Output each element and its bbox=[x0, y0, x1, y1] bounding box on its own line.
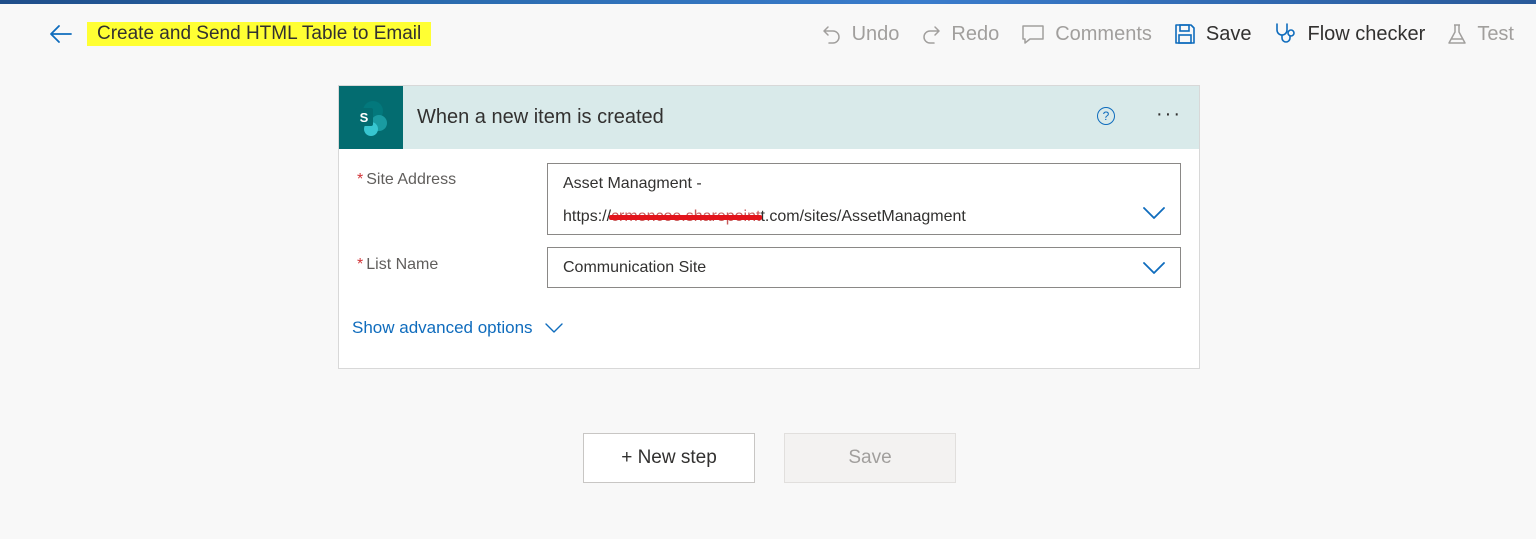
help-icon[interactable]: ? bbox=[1097, 107, 1115, 125]
flow-title[interactable]: Create and Send HTML Table to Email bbox=[87, 22, 432, 46]
save-label: Save bbox=[1205, 22, 1252, 45]
list-name-value: Communication Site bbox=[563, 259, 707, 276]
save-flow-button[interactable]: Save bbox=[784, 433, 956, 483]
arrow-left-icon bbox=[50, 25, 72, 43]
comments-button[interactable]: Comments bbox=[1021, 23, 1152, 46]
redacted-text: crmoncoe.sharepoint bbox=[609, 208, 763, 225]
command-bar: Create and Send HTML Table to Email Undo… bbox=[0, 4, 1536, 62]
comments-label: Comments bbox=[1055, 22, 1152, 45]
list-name-label-text: List Name bbox=[366, 256, 439, 273]
back-button[interactable] bbox=[48, 22, 74, 46]
list-name-label: * List Name bbox=[357, 256, 438, 274]
flow-checker-label: Flow checker bbox=[1307, 22, 1426, 45]
chevron-down-icon bbox=[1142, 206, 1166, 225]
sharepoint-logo-letter: S bbox=[360, 110, 369, 125]
show-advanced-options-link[interactable]: Show advanced options bbox=[352, 318, 563, 338]
more-options-icon[interactable]: ··· bbox=[1151, 104, 1187, 130]
comment-icon bbox=[1021, 23, 1045, 45]
required-marker: * bbox=[357, 256, 364, 273]
sharepoint-logo-icon: S bbox=[339, 86, 403, 149]
site-address-label-text: Site Address bbox=[366, 171, 457, 188]
redo-icon bbox=[921, 23, 941, 45]
undo-label: Undo bbox=[851, 22, 900, 45]
site-address-url-suffix: t.com/sites/AssetManagment bbox=[760, 208, 966, 225]
undo-button[interactable]: Undo bbox=[822, 22, 900, 46]
save-icon bbox=[1174, 23, 1196, 45]
chevron-down-icon bbox=[1142, 261, 1166, 280]
stethoscope-icon bbox=[1274, 22, 1298, 46]
trigger-card-header[interactable]: S When a new item is created ? ··· bbox=[339, 86, 1199, 149]
test-label: Test bbox=[1477, 22, 1514, 45]
site-address-label: * Site Address bbox=[357, 171, 456, 189]
redo-button[interactable]: Redo bbox=[921, 23, 999, 46]
advanced-options-label: Show advanced options bbox=[352, 318, 533, 337]
site-address-dropdown[interactable]: Asset Managment - https://crmoncoe.share… bbox=[547, 163, 1181, 235]
trigger-title: When a new item is created bbox=[417, 106, 664, 128]
flask-icon bbox=[1447, 23, 1467, 45]
test-button[interactable]: Test bbox=[1447, 23, 1514, 46]
site-address-value-line1: Asset Managment - bbox=[563, 175, 702, 192]
required-marker: * bbox=[357, 171, 364, 188]
undo-icon bbox=[822, 23, 842, 45]
new-step-button[interactable]: + New step bbox=[583, 433, 755, 483]
save-button[interactable]: Save bbox=[1174, 23, 1252, 46]
list-name-dropdown[interactable]: Communication Site bbox=[547, 247, 1181, 288]
redo-label: Redo bbox=[951, 22, 1000, 45]
site-address-value-line2: https://crmoncoe.sharepointt.com/sites/A… bbox=[563, 208, 966, 226]
trigger-card: S When a new item is created ? ··· * Site… bbox=[338, 85, 1200, 369]
toolbar-actions: Undo Redo Comments Save Flow checker Tes… bbox=[800, 18, 1514, 50]
chevron-down-icon bbox=[544, 323, 563, 333]
site-address-url-prefix: https:// bbox=[563, 208, 612, 225]
flow-checker-button[interactable]: Flow checker bbox=[1274, 22, 1426, 46]
